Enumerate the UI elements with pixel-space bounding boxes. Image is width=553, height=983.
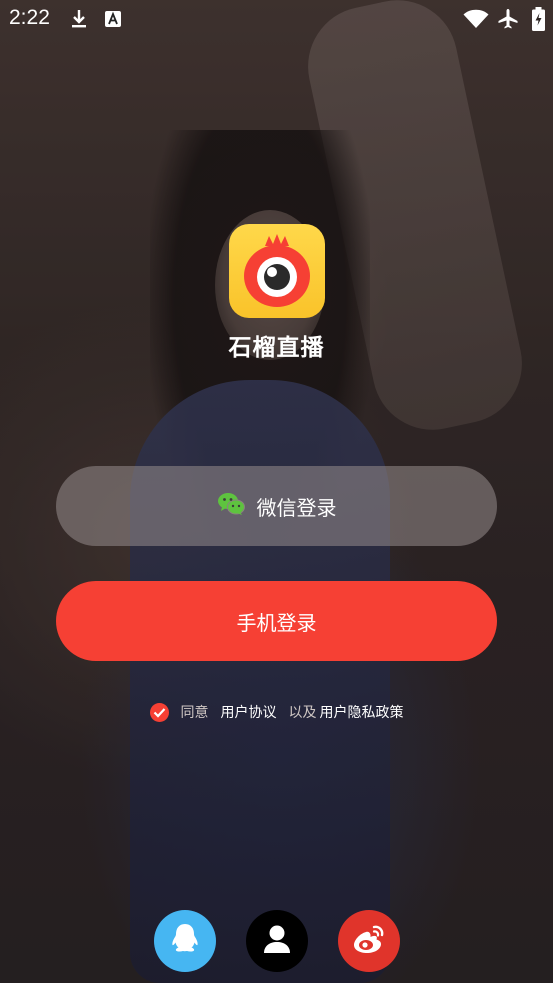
download-icon	[70, 8, 88, 34]
phone-login-button[interactable]: 手机登录	[56, 581, 497, 661]
agreement-checkbox[interactable]	[149, 702, 169, 722]
wechat-login-button[interactable]: 微信登录	[56, 466, 497, 546]
battery-charging-icon	[532, 7, 545, 35]
wechat-icon	[217, 492, 245, 521]
contact-icon	[263, 924, 291, 958]
wechat-login-label: 微信登录	[256, 495, 337, 520]
phone-login-label: 手机登录	[236, 610, 317, 635]
wifi-icon	[463, 9, 489, 33]
agreement-row: 同意 用户协议 以及 用户隐私政策	[0, 700, 553, 724]
agreement-prefix: 同意	[180, 705, 209, 721]
qq-login-button[interactable]	[154, 910, 216, 972]
status-time: 2:22	[9, 6, 50, 29]
qq-icon	[170, 922, 200, 960]
font-a-icon	[104, 10, 122, 32]
weibo-icon	[352, 924, 386, 958]
status-bar: 2:22	[0, 0, 553, 38]
app-name: 石榴直播	[228, 335, 325, 361]
weibo-login-button[interactable]	[338, 910, 400, 972]
contact-login-button[interactable]	[246, 910, 308, 972]
privacy-policy-link[interactable]: 用户隐私政策	[320, 702, 404, 722]
check-icon	[153, 707, 165, 718]
airplane-icon	[497, 8, 519, 34]
user-agreement-link[interactable]: 用户协议	[221, 702, 277, 722]
app-logo	[229, 224, 325, 318]
agreement-connector: 以及	[288, 705, 317, 721]
